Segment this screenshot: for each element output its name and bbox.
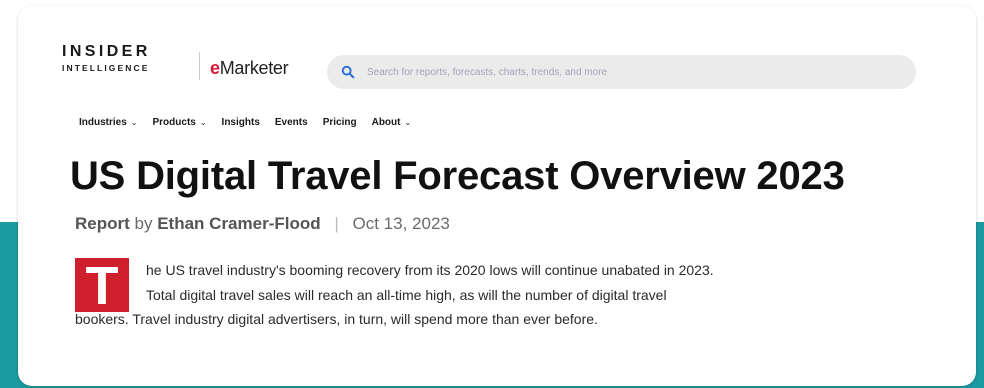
content-type-label: Report (75, 214, 130, 233)
search-icon[interactable] (341, 65, 355, 79)
nav-label-products: Products (152, 117, 196, 128)
chevron-down-icon: ⌄ (199, 118, 207, 127)
article-intro-paragraph: he US travel industry's booming recovery… (75, 258, 920, 332)
chevron-down-icon: ⌄ (130, 118, 138, 127)
search-input[interactable] (365, 65, 889, 79)
intro-line-1: he US travel industry's booming recovery… (146, 262, 714, 278)
logo-intelligence-text: INTELLIGENCE (62, 63, 150, 73)
emarketer-e: e (210, 58, 220, 78)
byline: Report by Ethan Cramer-Flood | Oct 13, 2… (75, 214, 450, 234)
nav-label-about: About (371, 117, 401, 128)
emarketer-logo[interactable]: eMarketer (210, 58, 289, 79)
nav-label-events: Events (274, 117, 308, 128)
emarketer-rest: Marketer (219, 58, 289, 78)
nav-label-industries: Industries (79, 117, 127, 128)
author-link[interactable]: Ethan Cramer-Flood (157, 214, 320, 233)
nav-item-about[interactable]: About ⌄ (372, 117, 412, 128)
byline-separator: | (334, 214, 339, 233)
nav-label-pricing: Pricing (322, 117, 357, 128)
search-bar[interactable] (327, 55, 916, 89)
logo-divider (199, 52, 200, 80)
page-title: US Digital Travel Forecast Overview 2023 (70, 154, 845, 198)
nav-item-pricing[interactable]: Pricing (323, 117, 357, 128)
nav-label-insights: Insights (221, 117, 260, 128)
byline-by: by (134, 214, 153, 233)
intro-line-2: Total digital travel sales will reach an… (146, 286, 667, 303)
publish-date: Oct 13, 2023 (352, 214, 450, 233)
intro-line-3: bookers. Travel industry digital adverti… (75, 311, 598, 327)
nav-item-industries[interactable]: Industries ⌄ (79, 117, 138, 128)
nav-item-products[interactable]: Products ⌄ (153, 117, 207, 128)
nav-item-insights[interactable]: Insights (222, 117, 260, 128)
nav-item-events[interactable]: Events (275, 117, 308, 128)
logo-insider-text: INSIDER (62, 43, 151, 60)
insider-intelligence-logo[interactable]: INSIDER INTELLIGENCE (62, 44, 151, 73)
main-nav: Industries ⌄ Products ⌄ Insights Events … (79, 117, 411, 128)
chevron-down-icon: ⌄ (404, 118, 412, 127)
